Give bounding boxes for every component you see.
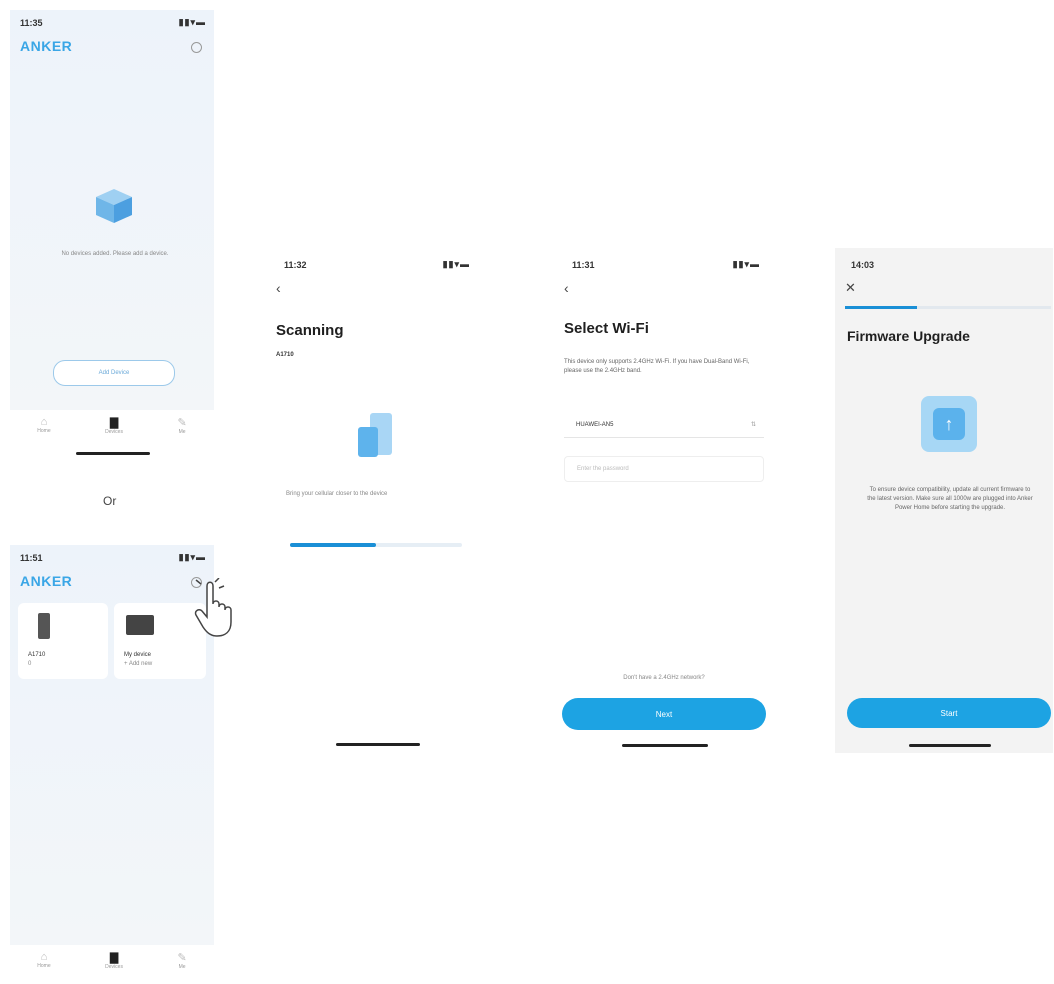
no-network-link[interactable]: Don't have a 2.4GHz network?	[564, 674, 764, 683]
password-field[interactable]: Enter the password	[564, 456, 764, 482]
device-icon	[126, 615, 154, 635]
add-device-button[interactable]: Add Device	[53, 360, 175, 386]
screen-scanning: 11:32 ▮▮▾▬ ‹ Scanning A1710 Bring your c…	[264, 248, 484, 753]
nav-home[interactable]: ⌂ Home	[37, 416, 50, 434]
home-icon: ⌂	[40, 951, 48, 963]
box-icon	[92, 185, 136, 225]
nav-me[interactable]: ✎ Me	[178, 416, 187, 435]
status-icons: ▮▮▾▬	[732, 259, 760, 269]
nav-devices[interactable]: ▇ Devices	[105, 416, 123, 435]
anker-logo: ANKER	[20, 38, 73, 54]
next-button[interactable]: Next	[562, 698, 766, 730]
scan-progress-bar	[290, 543, 462, 547]
wifi-select[interactable]: HUAWEI-AN5 ⇅	[564, 412, 764, 438]
page-title: Select Wi-Fi	[564, 320, 649, 337]
nav-devices[interactable]: ▇ Devices	[105, 951, 123, 970]
status-icons: ▮▮▾▬	[178, 552, 206, 562]
profile-icon: ✎	[177, 951, 187, 964]
device-icon	[38, 613, 50, 639]
status-icons: ▮▮▾▬	[442, 259, 470, 269]
anker-logo: ANKER	[20, 573, 73, 589]
bottom-nav: ⌂ Home ▇ Devices ✎ Me	[10, 945, 214, 975]
scan-progress-fill	[290, 543, 376, 547]
device-card-a1710[interactable]: A1710 0	[18, 603, 108, 679]
devices-icon: ▇	[109, 416, 119, 429]
home-indicator	[76, 452, 150, 455]
device-name: A1710	[28, 652, 46, 658]
empty-message: No devices added. Please add a device.	[61, 251, 169, 257]
device-model: A1710	[276, 352, 294, 358]
upload-icon: ↑	[921, 396, 977, 452]
screen-firmware-upgrade: 14:03 ✕ Firmware Upgrade ↑ To ensure dev…	[835, 248, 1053, 753]
wifi-value: HUAWEI-AN5	[576, 421, 614, 428]
home-indicator	[622, 744, 708, 747]
upgrade-description: To ensure device compatibility, update a…	[867, 487, 1033, 511]
device-status: + Add new	[124, 661, 153, 667]
nav-home[interactable]: ⌂ Home	[37, 951, 50, 969]
back-icon[interactable]: ‹	[276, 280, 281, 296]
upgrade-progress-bar	[845, 306, 1051, 309]
gear-icon[interactable]	[191, 42, 202, 53]
close-icon[interactable]: ✕	[845, 280, 856, 296]
chevron-icon: ⇅	[750, 422, 756, 428]
nav-me[interactable]: ✎ Me	[178, 951, 187, 970]
device-name: My device	[124, 652, 152, 658]
upgrade-progress-fill	[845, 306, 918, 309]
screen-select-wifi: 11:31 ▮▮▾▬ ‹ Select Wi-Fi This device on…	[552, 248, 774, 753]
page-title: Firmware Upgrade	[847, 328, 970, 344]
device-status: 0	[28, 661, 32, 667]
home-indicator	[909, 744, 991, 747]
wifi-description: This device only supports 2.4GHz Wi-Fi. …	[564, 359, 750, 374]
status-time: 11:31	[572, 260, 595, 270]
status-time: 11:51	[20, 553, 43, 563]
devices-icon: ▇	[109, 951, 119, 964]
page-title: Scanning	[276, 322, 344, 339]
home-indicator	[336, 743, 420, 746]
status-time: 11:32	[284, 260, 307, 270]
screen-home-empty: 11:35 ▮▮▾▬ ANKER No devices added. Pleas…	[10, 10, 214, 410]
hand-pointer-icon	[193, 577, 241, 640]
profile-icon: ✎	[177, 416, 187, 429]
bottom-nav: ⌂ Home ▇ Devices ✎ Me	[10, 410, 214, 440]
start-button[interactable]: Start	[847, 698, 1051, 728]
status-time: 14:03	[851, 260, 875, 270]
status-icons: ▮▮▾▬	[178, 17, 206, 27]
scan-hint: Bring your cellular closer to the device	[286, 491, 388, 497]
screen-home-devices: 11:51 ▮▮▾▬ ANKER A1710 0 My device + Add…	[10, 545, 214, 945]
back-icon[interactable]: ‹	[564, 280, 569, 296]
or-label: Or	[103, 494, 117, 508]
home-icon: ⌂	[40, 416, 48, 428]
status-time: 11:35	[20, 18, 43, 28]
phone-scan-icon	[356, 413, 396, 459]
